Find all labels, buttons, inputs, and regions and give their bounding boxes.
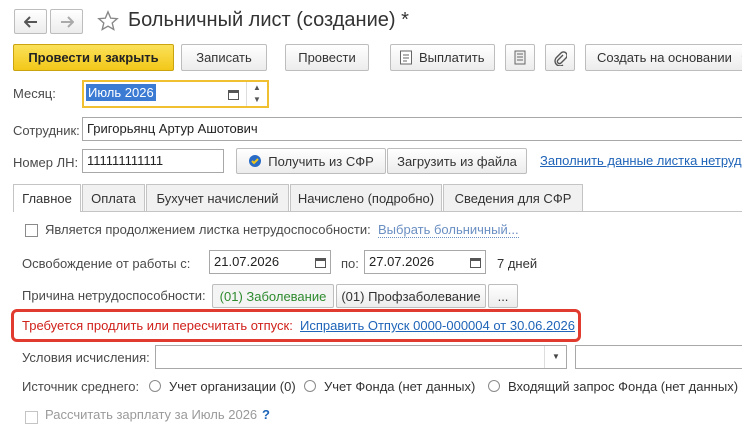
attachment-button[interactable] [545,44,575,71]
to-label: по: [341,256,359,271]
post-button[interactable]: Провести [285,44,369,71]
pay-button-label: Выплатить [419,50,485,65]
tab-sfr-info[interactable]: Сведения для СФР [443,184,583,211]
continuation-checkbox[interactable] [25,224,38,237]
reason-disease-button[interactable]: (01) Заболевание [212,284,334,308]
fill-sick-leave-data-link[interactable]: Заполнить данные листка нетрудо [540,153,742,168]
reason-more-button[interactable]: ... [488,284,518,308]
month-calendar-button[interactable] [224,83,242,105]
source-fund-label: Учет Фонда (нет данных) [324,379,476,394]
dropdown-arrow-icon: ▼ [552,352,560,361]
calc-conditions-label: Условия исчисления: [22,350,150,365]
tabs-baseline [13,211,742,212]
continuation-label: Является продолжением листка нетрудоспос… [45,222,371,237]
avg-source-label: Источник среднего: [22,379,140,394]
back-button[interactable] [14,9,47,34]
ln-number-label: Номер ЛН: [13,155,79,170]
calendar-icon [227,89,239,100]
tab-main[interactable]: Главное [13,184,81,212]
date-to-calendar-button[interactable] [466,251,484,273]
spin-down-icon[interactable]: ▼ [247,94,267,106]
days-count: 7 дней [497,256,538,271]
employee-label: Сотрудник: [13,123,80,138]
source-org-label: Учет организации (0) [169,379,296,394]
calc-conditions-dropdown-button[interactable]: ▼ [544,346,567,368]
get-from-sfr-label: Получить из СФР [268,153,374,169]
arrow-left-icon [23,15,37,28]
warning-text: Требуется продлить или пересчитать отпус… [22,318,293,333]
calendar-icon [469,257,481,268]
calendar-icon [314,257,326,268]
calc-conditions-field[interactable] [155,345,567,369]
calc-conditions-extra-field[interactable] [575,345,742,369]
source-org-radio[interactable] [149,380,161,392]
save-button[interactable]: Записать [181,44,267,71]
get-from-sfr-button[interactable]: Получить из СФР [236,148,386,174]
document-icon [400,50,412,65]
reason-occupational-button[interactable]: (01) Профзаболевание [336,284,486,308]
pay-button[interactable]: Выплатить [390,44,495,71]
report-list-icon [514,50,526,65]
arrow-right-icon [60,15,74,28]
calc-salary-checkbox[interactable] [25,411,38,424]
month-value: Июль 2026 [86,84,156,101]
sfr-logo-icon [249,155,262,167]
choose-sick-leave-link[interactable]: Выбрать больничный... [378,223,519,238]
tab-accrued-detailed[interactable]: Начислено (подробно) [290,184,442,211]
page-title: Больничный лист (создание) * [128,9,409,31]
spin-up-icon[interactable]: ▲ [247,82,267,94]
report-button[interactable] [505,44,535,71]
source-incoming-label: Входящий запрос Фонда (нет данных) [508,379,739,394]
tab-payment[interactable]: Оплата [82,184,145,211]
source-fund-radio[interactable] [304,380,316,392]
ln-number-field[interactable]: 111111111111 [82,149,224,173]
favorite-star-icon[interactable] [97,10,119,35]
paperclip-icon [554,50,567,66]
post-and-close-button[interactable]: Провести и закрыть [13,44,174,71]
load-from-file-button[interactable]: Загрузить из файла [387,148,527,174]
month-spinner[interactable]: ▲ ▼ [246,82,267,106]
date-from-calendar-button[interactable] [311,251,329,273]
tab-accrual-accounting[interactable]: Бухучет начислений [146,184,289,211]
release-from-work-label: Освобождение от работы с: [22,256,191,271]
month-label: Месяц: [13,86,56,101]
forward-button[interactable] [50,9,83,34]
employee-field[interactable]: Григорьянц Артур Ашотович [82,117,742,141]
fix-vacation-link[interactable]: Исправить Отпуск 0000-000004 от 30.06.20… [300,318,575,333]
reason-label: Причина нетрудоспособности: [22,288,206,303]
source-incoming-radio[interactable] [488,380,500,392]
create-based-on-label: Создать на основании [597,50,732,65]
create-based-on-button[interactable]: Создать на основании ▼ [585,44,742,71]
